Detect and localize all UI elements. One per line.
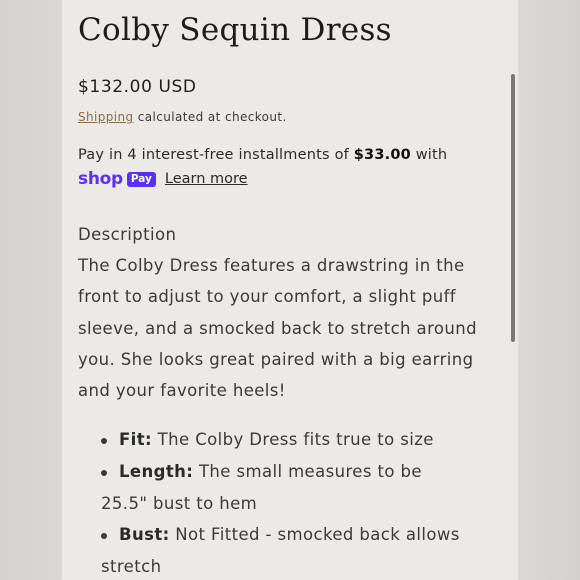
background-right [518, 0, 580, 580]
detail-label: Fit: [119, 430, 153, 449]
detail-label: Length: [119, 462, 194, 481]
shop-pay-logo: shop [78, 169, 123, 189]
detail-continuation: stretch [101, 557, 162, 576]
detail-fit: Fit: The Colby Dress fits true to size [119, 430, 434, 449]
shipping-note-text: calculated at checkout. [133, 110, 287, 124]
shipping-link[interactable]: Shipping [78, 110, 134, 124]
detail-bust: Bust: Not Fitted - smocked back allows [119, 525, 460, 544]
detail-length: Length: The small measures to be [119, 462, 422, 481]
installments-note: Pay in 4 interest-free installments of $… [78, 147, 447, 163]
detail-text: The small measures to be [193, 462, 422, 481]
description-line: The Colby Dress features a drawstring in… [78, 256, 465, 275]
bullet-icon [101, 438, 107, 444]
product-panel: Colby Sequin Dress $132.00 USD Shipping … [62, 0, 518, 580]
background-left [0, 0, 62, 580]
description-line: front to adjust to your comfort, a sligh… [78, 287, 456, 306]
detail-text: Not Fitted - smocked back allows [169, 525, 460, 544]
installments-prefix: Pay in 4 interest-free installments of [78, 147, 354, 163]
product-title: Colby Sequin Dress [78, 12, 392, 48]
detail-label: Bust: [119, 525, 170, 544]
bullet-icon [101, 470, 107, 476]
product-price: $132.00 USD [78, 77, 197, 97]
learn-more-link[interactable]: Learn more [165, 171, 248, 187]
description-heading: Description [78, 225, 177, 244]
bullet-icon [101, 533, 107, 539]
description-line: sleeve, and a smocked back to stretch ar… [78, 319, 477, 338]
shop-pay-row: shop Pay Learn more [78, 168, 248, 190]
description-line: and your favorite heels! [78, 381, 286, 400]
detail-continuation: 25.5" bust to hem [101, 494, 258, 513]
scrollbar[interactable] [511, 74, 515, 342]
shop-pay-badge: Pay [126, 171, 156, 187]
shipping-note: Shipping calculated at checkout. [78, 110, 287, 124]
installments-suffix: with [410, 147, 448, 163]
description-line: you. She looks great paired with a big e… [78, 350, 474, 369]
installment-amount: $33.00 [353, 147, 411, 163]
detail-text: The Colby Dress fits true to size [152, 430, 434, 449]
